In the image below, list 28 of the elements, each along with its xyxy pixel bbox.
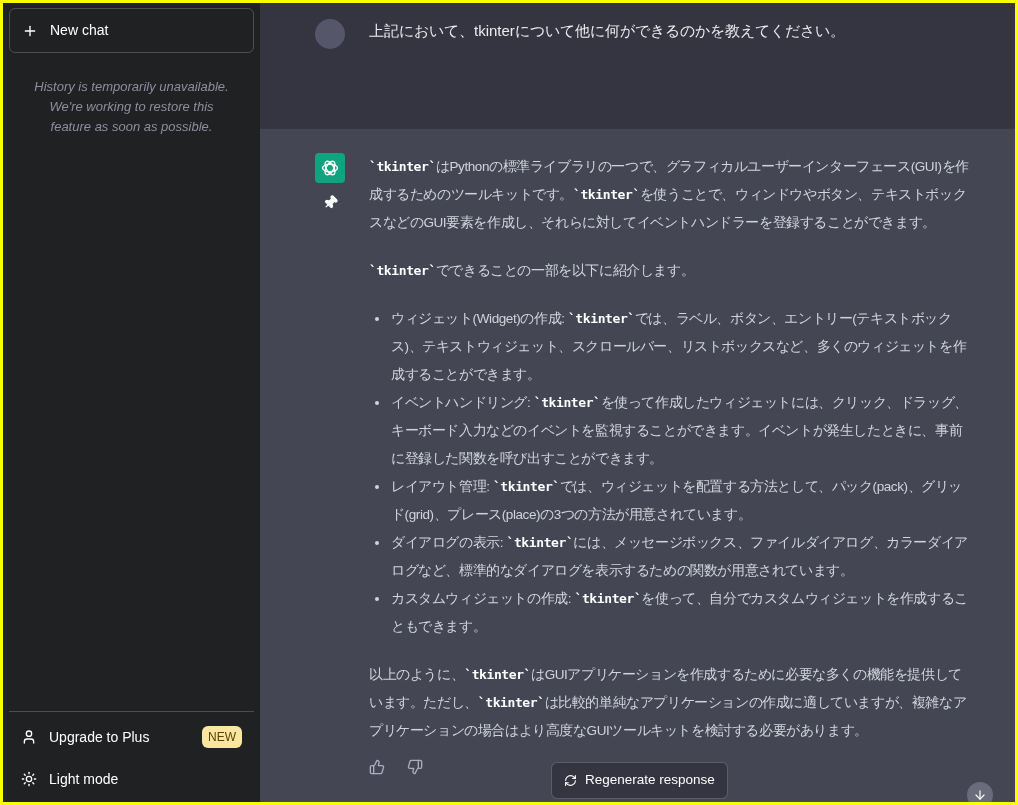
bullet-icon	[375, 597, 379, 601]
response-paragraph: `tkinter`でできることの一部を以下に紹介します。	[369, 262, 696, 280]
new-chat-button[interactable]: New chat	[9, 8, 254, 53]
avatar-icon	[315, 19, 345, 49]
regenerate-button[interactable]: Regenerate response	[551, 762, 728, 799]
response-paragraph: 以上のように、`tkinter`はGUIアプリケーションを作成するために必要な多くの機能を提供しています。ただし、`tkinter`は比較的単純なアプリケーションの作成に適していますが、複雑なアプリケーションの場合はより高度なGUIツールキットを検討する必要があります。	[369, 666, 968, 740]
history-notice: History is temporarily unavailable. We're working to restore this feature as soon as possible.	[33, 78, 230, 136]
sun-icon	[21, 771, 37, 787]
sidebar-menu-item[interactable]: Light mode	[9, 758, 254, 800]
bullet-icon	[375, 317, 379, 321]
user-message: 上記において、tkinterについて他に何ができるのかを教えてください。	[369, 21, 845, 41]
list-item-text: ダイアログの表示: `tkinter`には、メッセージボックス、ファイルダイアログ、カラーダイアログなど、標準的なダイアログを表示するための関数が用意されています。	[391, 534, 969, 580]
list-item-text: ウィジェット(Widget)の作成: `tkinter`では、ラベル、ボタン、エントリー(テキストボックス)、テキストウィジェット、スクロールバー、リストボックスなど、多くのウィジェットを作成することができます。	[391, 310, 968, 384]
bullet-icon	[375, 401, 379, 405]
arrow-down-icon	[973, 788, 987, 802]
new-badge: NEW	[202, 726, 242, 748]
person-icon	[21, 729, 37, 745]
response-paragraph: `tkinter`はPythonの標準ライブラリの一つで、グラフィカルユーザーインターフェース(GUI)を作成するためのツールキットです。`tkinter`を使うことで、ウィンドウやボタン、テキストボックスなどのGUI要素を作成し、それらに対してイベントハンドラーを登録することができます。	[369, 158, 969, 232]
assistant-logo-icon	[315, 153, 345, 183]
refresh-icon	[564, 774, 577, 787]
list-item-text: レイアウト管理: `tkinter`では、ウィジェットを配置する方法として、パック(pack)、グリッド(grid)、プレース(place)の3つの方法が用意されています。	[391, 478, 964, 524]
list-item-text: カスタムウィジェットの作成: `tkinter`を使って、自分でカスタムウィジェットを作成することもできます。	[391, 590, 969, 636]
thumbs-up-icon[interactable]	[369, 759, 385, 775]
bullet-icon	[375, 541, 379, 545]
sidebar-menu-item[interactable]: Upgrade to Plus NEW	[9, 716, 254, 758]
bullet-icon	[375, 485, 379, 489]
thumbs-down-icon[interactable]	[407, 759, 423, 775]
list-item-text: イベントハンドリング: `tkinter`を使って作成したウィジェットには、クリック、ドラッグ、キーボード入力などのイベントを監視することができます。イベントが発生したときに、事前に登録した関数を呼び出すことができます。	[391, 394, 969, 468]
